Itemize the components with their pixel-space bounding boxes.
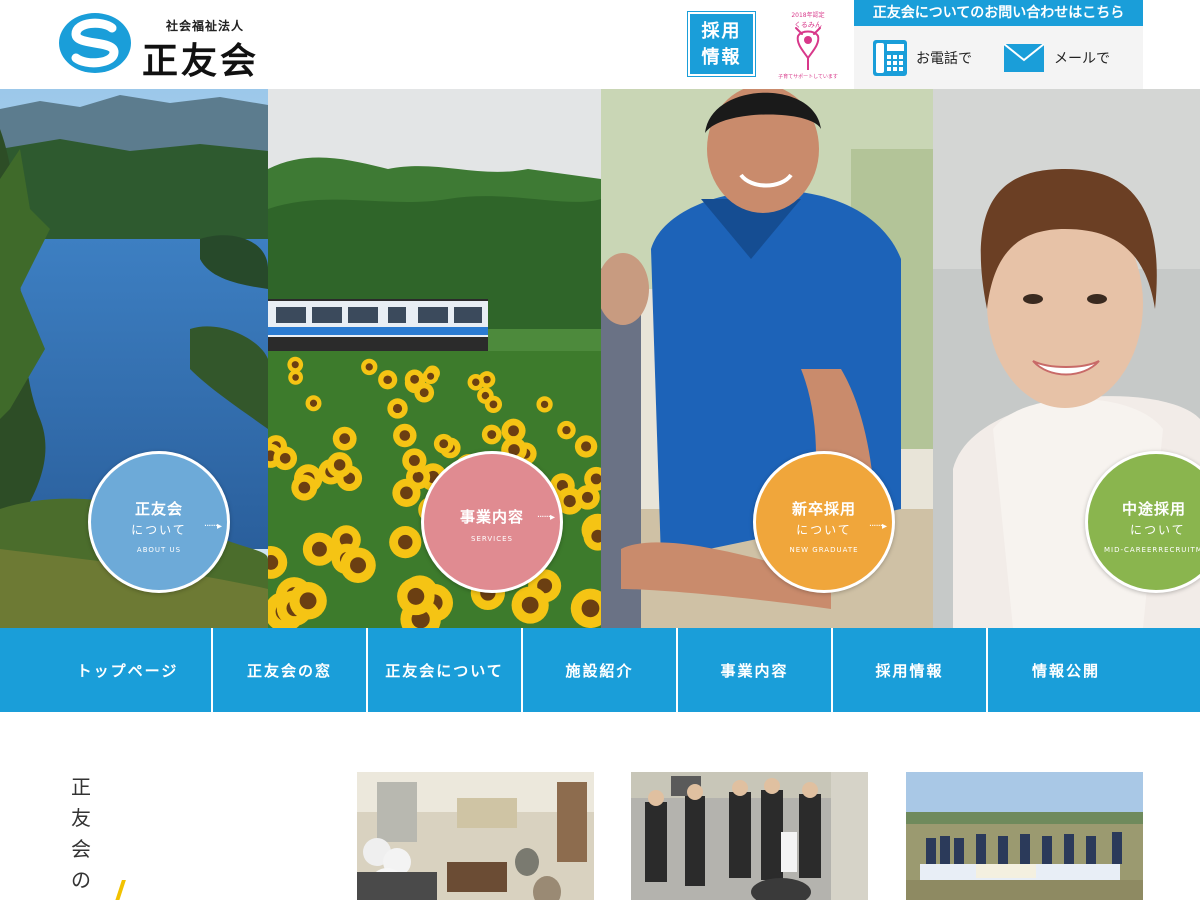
arrow-right-icon: ······▸ [203,521,222,532]
nav-item-window[interactable]: 正友会の窓 [213,628,368,712]
nav-item-recruit[interactable]: 採用情報 [833,628,988,712]
hero-panel-services[interactable]: 事業内容 SERVICES ······▸ [268,89,601,628]
sunflower [557,420,576,440]
new-graduate-en: NEW GRADUATE [789,546,859,554]
recruit-label-line1: 採用 [701,21,742,42]
about-us-title: 正友会 [134,500,183,518]
contact-mail-link[interactable]: メールで [1004,38,1110,78]
news-thumbnail-3[interactable] [906,772,1143,900]
sunflower [332,426,357,451]
sunflower [326,452,353,478]
sunflower [575,485,600,510]
title-char: 友 [71,806,91,830]
accent-line [114,880,126,900]
sunflower [402,448,427,473]
sunflower [481,424,502,445]
sunflower [536,396,553,413]
sunflower [268,546,288,579]
indoor-gathering-photo [357,772,594,900]
services-circle-button[interactable]: 事業内容 SERVICES ······▸ [421,451,563,593]
sunflower [340,547,376,584]
title-char: 窓 [66,896,96,900]
hero-panel-about[interactable]: 正友会 について ABOUT US ······▸ [0,89,268,628]
nav-item-top[interactable]: トップページ [0,628,213,712]
news-thumbnail-2[interactable] [631,772,868,900]
kurumin-name: くるみん [794,21,822,29]
nav-item-about[interactable]: 正友会について [368,628,523,712]
recruit-label-line2: 情報 [701,47,742,68]
about-us-circle-button[interactable]: 正友会 について ABOUT US ······▸ [88,451,230,593]
sunflower [467,373,485,391]
new-graduate-circle-button[interactable]: 新卒採用 について NEW GRADUATE ······▸ [753,451,895,593]
logo-s-icon [59,13,131,73]
sunflower [484,395,503,413]
sunflower [433,433,454,454]
sunflower [392,478,421,507]
sunflower [305,395,322,412]
new-graduate-title: 新卒採用 [791,500,856,518]
contact-mail-label: メールで [1054,51,1110,67]
group-field-photo [906,772,1143,900]
sunflower [511,586,549,624]
sunflower [302,532,337,566]
kurumin-icon: 2018年認定 くるみん 子育てサポートしています [778,11,838,80]
title-char: の [71,868,91,892]
mid-career-sub: について [1130,523,1186,537]
sunflower [574,435,598,458]
org-name: 正友会 [142,41,260,82]
hero-panel-new-graduate[interactable]: 新卒採用 について NEW GRADUATE ······▸ [601,89,933,628]
phone-icon [873,40,907,76]
hero-section: 正友会 について ABOUT US ······▸ 事業内容 SERVICES … [0,89,1200,628]
nav-item-services[interactable]: 事業内容 [678,628,833,712]
services-en: SERVICES [471,535,513,543]
sunflower [378,370,398,390]
title-char: 正 [71,775,91,799]
kurumin-tagline: 子育てサポートしています [778,73,838,80]
nav-item-facilities[interactable]: 施設紹介 [523,628,678,712]
sunflower [361,358,378,376]
section-vertical-title: 正 友 会 の 窓 [66,772,96,900]
about-us-en: ABOUT US [136,546,182,554]
sunflower [273,446,298,471]
sunflower [289,582,327,620]
kurumin-year: 2018年認定 [791,11,824,19]
site-logo[interactable]: 社会福祉法人 正友会 [58,12,278,82]
arrow-right-icon: ······▸ [868,521,887,532]
contact-title: 正友会についてのお問い合わせはこちら [854,0,1143,26]
sunflower [291,474,318,501]
title-char: 会 [71,837,91,861]
site-header: 社会福祉法人 正友会 採用 情報 2018年認定 くるみん 子育てサポートしてい… [0,0,1200,89]
sunflower [422,368,439,385]
kurumin-mark: 2018年認定 くるみん 子育てサポートしています [772,6,844,82]
news-thumbnail-1[interactable] [357,772,594,900]
sunflower [393,423,417,448]
contact-phone-link[interactable]: お電話で [872,38,972,78]
contact-phone-label: お電話で [916,51,972,67]
sunflower [397,577,435,616]
mail-icon [1004,44,1044,72]
mid-career-title: 中途採用 [1122,500,1187,518]
sunflower [570,588,601,628]
sunflower [404,369,425,390]
outdoor-staff-photo [631,772,868,900]
recruit-info-button[interactable]: 採用 情報 [687,11,756,77]
sunflower [288,370,303,385]
mid-career-en: MID-CAREERRECRUITMENT [1104,546,1200,554]
global-nav: トップページ 正友会の窓 正友会について 施設紹介 事業内容 採用情報 情報公開 [0,628,1200,712]
nav-item-disclosure[interactable]: 情報公開 [988,628,1200,712]
hero-panel-mid-career[interactable]: 中途採用 について MID-CAREERRECRUITMENT [933,89,1200,628]
contact-box: 正友会についてのお問い合わせはこちら お電話で メールで [854,0,1143,89]
sunflower [389,526,422,559]
arrow-right-icon: ······▸ [536,512,555,523]
sunflower [387,398,408,419]
